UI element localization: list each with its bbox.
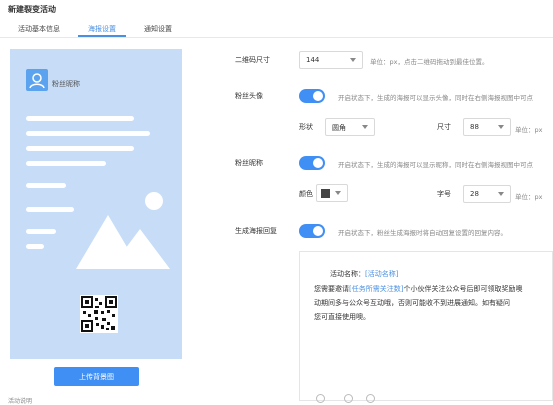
avatar-size-value: 88 <box>470 123 479 131</box>
qr-size-value: 144 <box>306 56 320 64</box>
qr-code[interactable] <box>80 295 118 333</box>
size-label: 尺寸 <box>437 123 451 131</box>
avatar-size-unit: 单位：px <box>515 126 543 134</box>
qr-size-hint: 单位：px，点击二维码拖动到最佳位置。 <box>370 58 489 66</box>
shape-value: 圆角 <box>332 124 346 132</box>
poster-preview: 粉丝昵称 <box>10 49 182 359</box>
text-line <box>26 161 106 166</box>
font-size-unit: 单位：px <box>515 193 543 201</box>
editor-toolbar <box>300 394 553 404</box>
font-size-value: 28 <box>470 190 479 198</box>
tab-notification-settings[interactable]: 通知设置 <box>144 24 172 34</box>
page-title: 新建裂变活动 <box>8 5 56 14</box>
avatar-placeholder[interactable] <box>26 69 48 91</box>
reply-toggle[interactable] <box>299 224 325 238</box>
color-label: 颜色 <box>299 190 313 198</box>
text-line <box>26 146 134 151</box>
color-picker[interactable] <box>316 184 348 202</box>
font-size-label: 字号 <box>437 190 451 198</box>
nickname-label: 粉丝昵称 <box>235 159 263 167</box>
task-count-link[interactable]: [任务所需关注数] <box>349 285 403 293</box>
chevron-down-icon <box>362 125 368 129</box>
editor-line-2: 您需要邀请[任务所需关注数]个小伙伴关注公众号后即可领取奖励噢 <box>314 284 522 294</box>
image-placeholder-icon <box>76 192 170 269</box>
text-line <box>26 116 134 121</box>
text-line <box>26 183 66 188</box>
chevron-down-icon <box>498 125 504 129</box>
avatar-toggle[interactable] <box>299 89 325 103</box>
tab-poster-settings[interactable]: 海报设置 <box>88 24 116 34</box>
shape-label: 形状 <box>299 123 313 131</box>
nickname-placeholder[interactable]: 粉丝昵称 <box>52 79 80 89</box>
avatar-label: 粉丝头像 <box>235 92 263 100</box>
text-line <box>26 229 56 234</box>
avatar-hint: 开启状态下，生成的海报可以显示头像，同时在右侧海报视图中可点 <box>338 94 533 102</box>
line2-text-a: 您需要邀请 <box>314 285 349 293</box>
tab-basic-info[interactable]: 活动基本信息 <box>18 24 60 34</box>
text-line <box>26 131 150 136</box>
reply-label: 生成海报回复 <box>235 227 277 235</box>
active-tab-indicator <box>78 35 126 37</box>
activity-name-link[interactable]: [活动名称] <box>365 270 398 278</box>
upload-background-button[interactable]: 上传背景图 <box>54 367 139 386</box>
line2-text-b: 个小伙伴关注公众号后即可领取奖励噢 <box>403 285 523 293</box>
qr-size-select[interactable]: 144 <box>299 51 363 69</box>
chevron-down-icon <box>350 58 356 62</box>
text-line <box>26 244 44 249</box>
emoji-icon[interactable] <box>316 394 325 403</box>
image-icon[interactable] <box>366 394 375 403</box>
reply-editor[interactable]: 活动名称：[活动名称] 您需要邀请[任务所需关注数]个小伙伴关注公众号后即可领取… <box>299 251 553 404</box>
link-icon[interactable] <box>344 394 353 403</box>
nickname-hint: 开启状态下，生成的海报可以显示昵称，同时在右侧海报视图中可点 <box>338 161 533 169</box>
color-swatch <box>321 189 330 198</box>
editor-line-4: 您可直接使用噢。 <box>314 313 370 321</box>
shape-select[interactable]: 圆角 <box>325 118 375 136</box>
font-size-select[interactable]: 28 <box>463 185 511 203</box>
nickname-toggle[interactable] <box>299 156 325 170</box>
activity-prefix: 活动名称： <box>330 270 365 278</box>
tab-bar: 活动基本信息 海报设置 通知设置 <box>0 20 553 38</box>
chevron-down-icon <box>498 192 504 196</box>
text-line <box>26 207 74 212</box>
chevron-down-icon <box>335 191 341 195</box>
avatar-size-select[interactable]: 88 <box>463 118 511 136</box>
user-icon <box>29 73 45 89</box>
editor-line-3: 动期间多与公众号互动哦，否则可能收不到进展通知。如有疑问 <box>314 299 510 307</box>
editor-line-1: 活动名称：[活动名称] <box>330 269 398 279</box>
reply-hint: 开启状态下，粉丝生成海报时将自动回复设置的回复内容。 <box>338 229 507 237</box>
qr-code-icon <box>81 296 117 332</box>
qr-size-label: 二维码尺寸 <box>235 56 270 64</box>
